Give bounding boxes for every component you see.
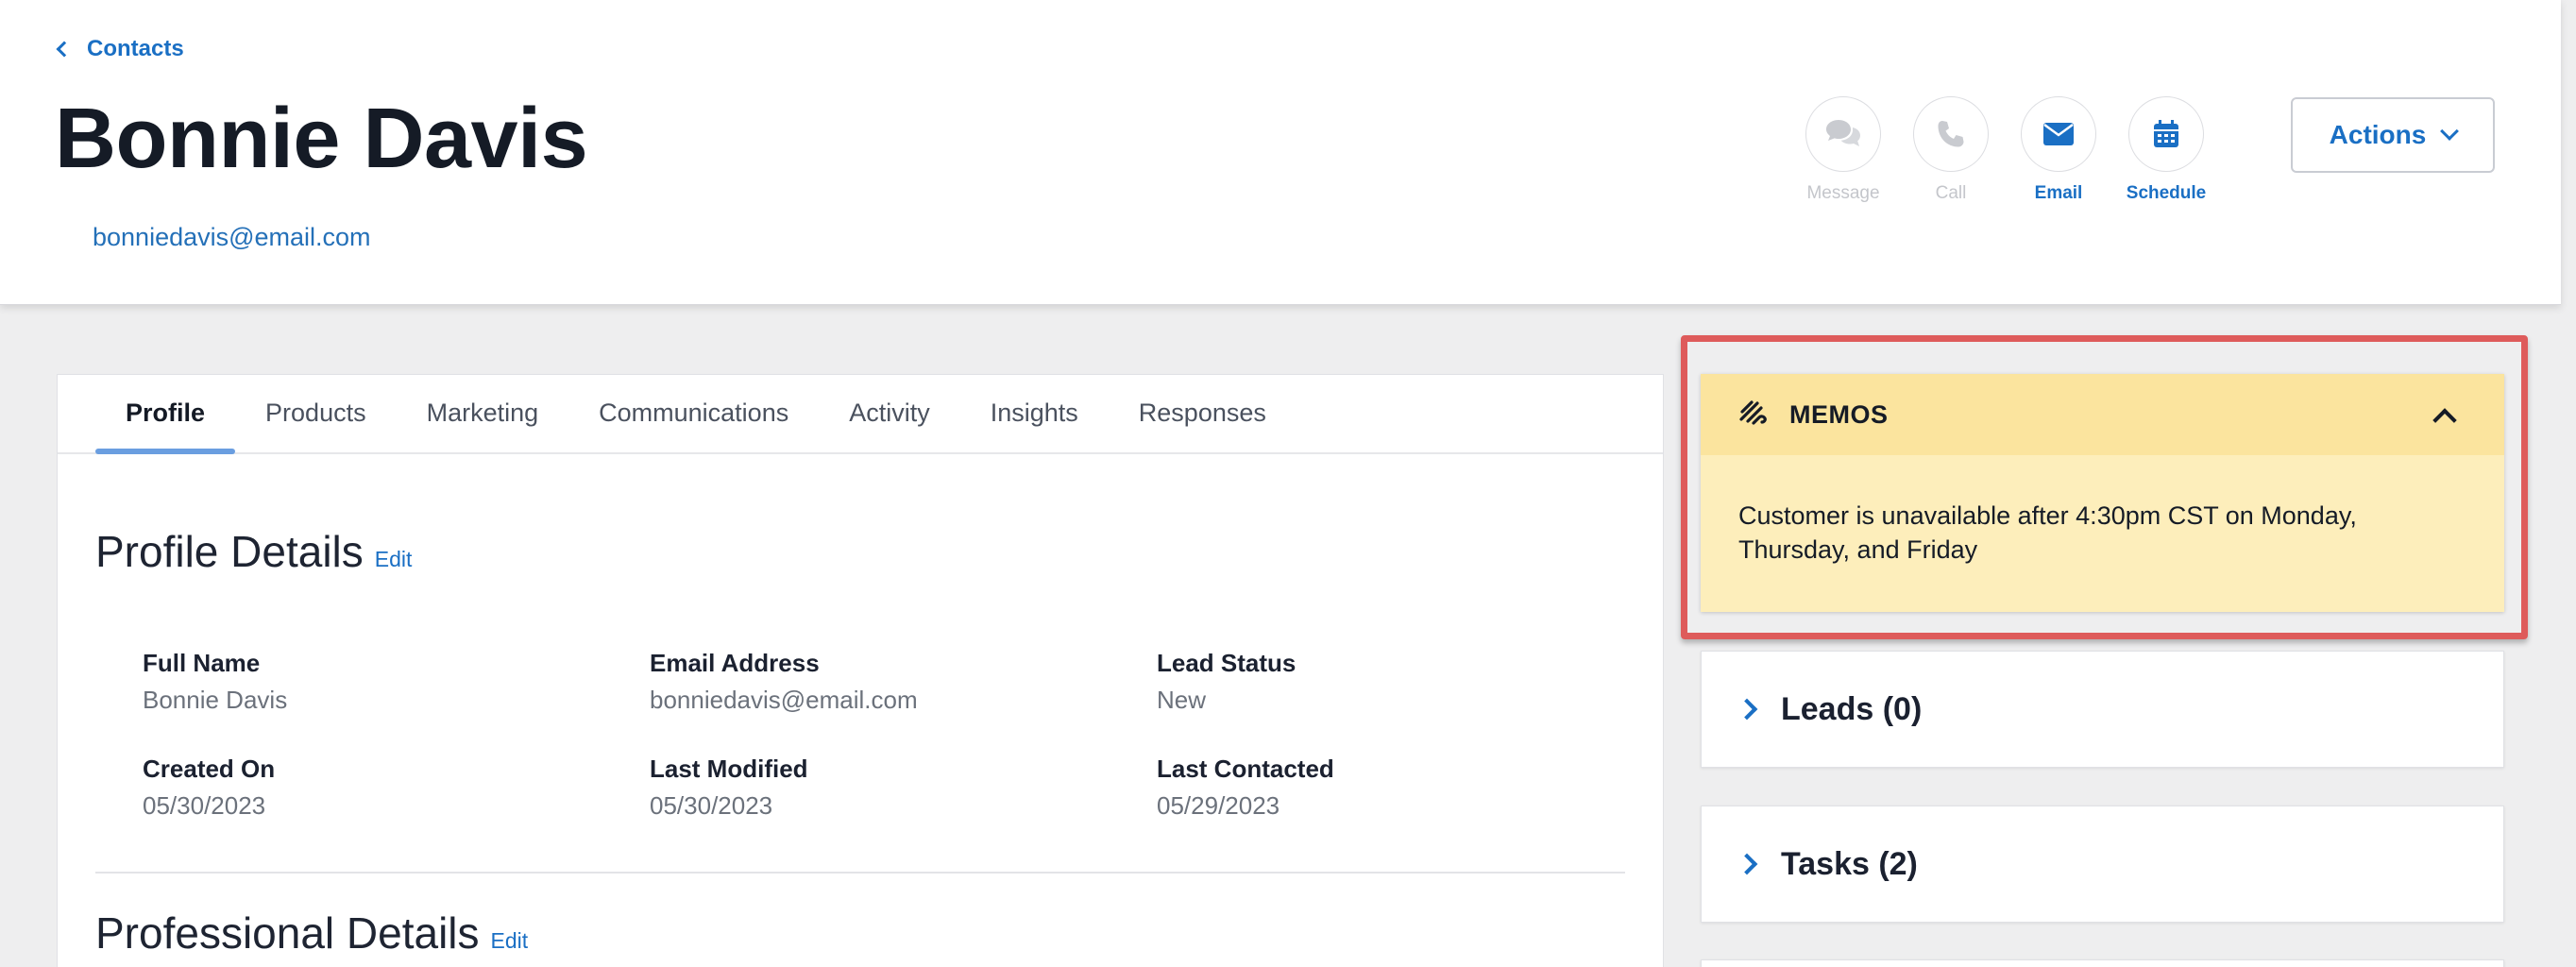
tab-responses[interactable]: Responses: [1109, 373, 1296, 452]
memos-header[interactable]: MEMOS: [1701, 374, 2504, 455]
back-to-contacts-link[interactable]: Contacts: [55, 36, 184, 62]
tab-products[interactable]: Products: [235, 373, 397, 452]
memo-scribble-icon: [1738, 399, 1769, 432]
envelope-icon: [2021, 96, 2096, 172]
back-link-label: Contacts: [87, 36, 184, 61]
email-label: Email: [2034, 183, 2083, 203]
tasks-title: Tasks (2): [1781, 845, 1918, 882]
section-divider: [95, 872, 1625, 874]
professional-details-title: Professional Details: [95, 908, 480, 958]
tab-communications[interactable]: Communications: [568, 373, 819, 452]
leads-title: Leads (0): [1781, 690, 1923, 727]
contact-name: Bonnie Davis: [55, 92, 588, 186]
memos-title: MEMOS: [1789, 399, 1889, 429]
field-label: Lead Status: [1157, 649, 1296, 677]
phone-icon: [1913, 96, 1989, 172]
actions-label: Actions: [2329, 120, 2427, 149]
leads-card[interactable]: Leads (0): [1701, 651, 2504, 768]
field-last-modified: Last Modified 05/30/2023: [650, 755, 1157, 821]
profile-fields: Full Name Bonnie Davis Email Address bon…: [143, 649, 1616, 821]
calendar-icon: [2128, 96, 2204, 172]
field-label: Last Modified: [650, 755, 808, 783]
contact-email-link[interactable]: bonniedavis@email.com: [93, 223, 371, 252]
field-label: Full Name: [143, 649, 261, 677]
chevron-right-icon: [1736, 853, 1758, 875]
profile-edit-link[interactable]: Edit: [375, 547, 413, 572]
next-card[interactable]: [1701, 959, 2504, 967]
field-lead-status: Lead Status New: [1157, 649, 1610, 715]
field-value: Bonnie Davis: [143, 686, 288, 714]
call-button[interactable]: Call: [1913, 96, 1989, 204]
schedule-label: Schedule: [2126, 183, 2207, 203]
message-button[interactable]: Message: [1805, 96, 1881, 204]
field-value: 05/30/2023: [650, 791, 773, 820]
field-value: bonniedavis@email.com: [650, 686, 918, 714]
memo-text: Customer is unavailable after 4:30pm CST…: [1738, 501, 2357, 564]
field-last-contacted: Last Contacted 05/29/2023: [1157, 755, 1610, 821]
profile-details-title: Profile Details: [95, 527, 364, 576]
contact-header: Contacts Bonnie Davis bonniedavis@email.…: [0, 0, 2561, 305]
field-label: Email Address: [650, 649, 820, 677]
tab-marketing[interactable]: Marketing: [397, 373, 569, 452]
tab-bar: Profile Products Marketing Communication…: [58, 375, 1663, 454]
field-value: 05/30/2023: [143, 791, 266, 820]
field-value: 05/29/2023: [1157, 791, 1280, 820]
message-icon: [1805, 96, 1881, 172]
tab-activity[interactable]: Activity: [819, 373, 960, 452]
field-full-name: Full Name Bonnie Davis: [143, 649, 650, 715]
field-created-on: Created On 05/30/2023: [143, 755, 650, 821]
field-label: Last Contacted: [1157, 755, 1334, 783]
message-label: Message: [1806, 183, 1880, 203]
actions-dropdown-button[interactable]: Actions: [2291, 97, 2495, 173]
chevron-right-icon: [1736, 698, 1758, 721]
chevron-left-icon: [56, 41, 73, 58]
field-email-address: Email Address bonniedavis@email.com: [650, 649, 1157, 715]
quick-actions: Message Call Email Schedule: [1805, 96, 2207, 204]
profile-details-header: Profile Details Edit: [95, 526, 412, 577]
tab-insights[interactable]: Insights: [960, 373, 1109, 452]
memos-card: MEMOS Customer is unavailable after 4:30…: [1701, 374, 2504, 612]
call-label: Call: [1935, 183, 1967, 203]
field-value: New: [1157, 686, 1207, 714]
tasks-card[interactable]: Tasks (2): [1701, 806, 2504, 923]
memos-collapse-button[interactable]: [2432, 406, 2457, 433]
professional-edit-link[interactable]: Edit: [491, 928, 529, 954]
chevron-down-icon: [2440, 122, 2460, 141]
tab-profile[interactable]: Profile: [95, 373, 236, 454]
profile-panel: Profile Products Marketing Communication…: [57, 374, 1664, 967]
chevron-up-icon: [2432, 408, 2457, 433]
field-label: Created On: [143, 755, 276, 783]
email-button[interactable]: Email: [2021, 96, 2096, 204]
schedule-button[interactable]: Schedule: [2126, 96, 2207, 204]
professional-details-header: Professional Details Edit: [95, 908, 528, 959]
